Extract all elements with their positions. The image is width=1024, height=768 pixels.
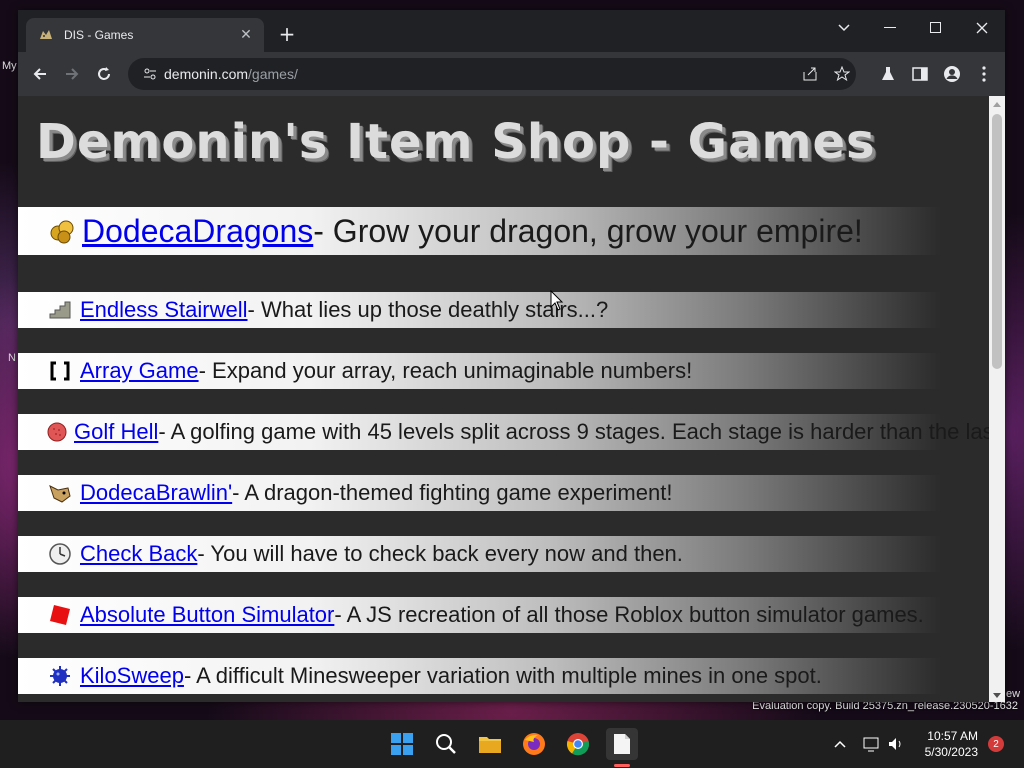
- red-button-icon: [46, 601, 74, 629]
- taskbar: [0, 720, 1024, 768]
- site-info-icon[interactable]: [136, 67, 164, 81]
- game-description: - A golfing game with 45 levels split ac…: [158, 419, 989, 444]
- dragon-favicon-icon: [38, 27, 54, 43]
- volume-icon[interactable]: [886, 734, 906, 754]
- game-row-check-back: Check Back - You will have to check back…: [18, 536, 989, 572]
- tab-search-chevron-icon[interactable]: [824, 14, 864, 42]
- tab-title: DIS - Games: [64, 28, 134, 42]
- bookmark-star-icon[interactable]: [830, 62, 854, 86]
- browser-toolbar: demonin.com/games/: [18, 52, 1005, 96]
- gold-coins-icon: [48, 217, 76, 245]
- tab-dis-games[interactable]: DIS - Games ✕: [26, 18, 264, 52]
- url-path: /games/: [248, 66, 298, 82]
- game-description: - You will have to check back every now …: [197, 541, 683, 566]
- game-description: - A JS recreation of all those Roblox bu…: [334, 602, 924, 627]
- clock-time: 10:57 AM: [927, 729, 978, 743]
- taskbar-clock[interactable]: 10:57 AM 5/30/2023: [908, 728, 978, 760]
- forward-button[interactable]: [60, 62, 84, 86]
- desktop-icon-label[interactable]: My: [2, 60, 17, 72]
- scrollbar-thumb[interactable]: [992, 114, 1002, 369]
- clock-date: 5/30/2023: [924, 745, 978, 759]
- page-content: Demonin's Item Shop - Games DodecaDragon…: [18, 96, 989, 702]
- url-host: demonin.com: [164, 66, 249, 82]
- game-description: - A dragon-themed fighting game experime…: [232, 480, 673, 505]
- url-text: demonin.com/games/: [164, 66, 298, 82]
- game-row-endless-stairwell: Endless Stairwell - What lies up those d…: [18, 292, 989, 328]
- notification-badge[interactable]: 2: [988, 736, 1004, 752]
- maximize-button[interactable]: [916, 14, 956, 42]
- game-row-absolute-button-simulator: Absolute Button Simulator - A JS recreat…: [18, 597, 989, 633]
- mouse-cursor-icon: [550, 290, 564, 311]
- game-link[interactable]: KiloSweep: [80, 663, 184, 689]
- address-bar[interactable]: demonin.com/games/: [128, 58, 856, 90]
- game-link[interactable]: DodecaDragons: [82, 213, 313, 250]
- dragon-head-icon: [46, 479, 74, 507]
- game-row-golf-hell: Golf Hell - A golfing game with 45 level…: [18, 414, 989, 450]
- game-description: - A difficult Minesweeper variation with…: [183, 663, 822, 688]
- game-row-dodecabrawlin: DodecaBrawlin' - A dragon-themed fightin…: [18, 475, 989, 511]
- tab-strip: DIS - Games ✕ +: [18, 10, 1005, 52]
- page-scrollbar[interactable]: [989, 96, 1005, 702]
- desktop-icon-label[interactable]: ew: [1006, 688, 1020, 700]
- labs-flask-icon[interactable]: [876, 62, 900, 86]
- game-link[interactable]: Golf Hell: [74, 419, 158, 445]
- clock-icon: [46, 540, 74, 568]
- game-link[interactable]: Array Game: [80, 358, 199, 384]
- scroll-down-arrow[interactable]: [993, 693, 1001, 698]
- game-link[interactable]: DodecaBrawlin': [80, 480, 232, 506]
- more-menu-icon[interactable]: [972, 62, 996, 86]
- new-tab-button[interactable]: +: [276, 24, 298, 46]
- network-icon[interactable]: [862, 734, 882, 754]
- game-row-array-game: Array Game - Expand your array, reach un…: [18, 353, 989, 389]
- game-description: - Expand your array, reach unimaginable …: [198, 358, 693, 383]
- share-icon[interactable]: [798, 62, 822, 86]
- mine-icon: [46, 662, 74, 690]
- minimize-button[interactable]: [870, 14, 910, 42]
- firefox-icon[interactable]: [518, 728, 550, 760]
- close-tab-icon[interactable]: ✕: [236, 25, 256, 45]
- search-icon[interactable]: [430, 728, 462, 760]
- file-explorer-icon[interactable]: [474, 728, 506, 760]
- active-app-indicator: [614, 764, 630, 767]
- game-description: - Grow your dragon, grow your empire!: [313, 212, 863, 249]
- scroll-up-arrow[interactable]: [993, 102, 1001, 107]
- browser-window: DIS - Games ✕ + demonin.com/games/ Demon…: [18, 10, 1005, 702]
- close-window-button[interactable]: [962, 14, 1002, 42]
- game-row-dodecadragons: DodecaDragons - Grow your dragon, grow y…: [18, 207, 989, 255]
- chevron-up-icon[interactable]: [830, 734, 850, 754]
- profile-avatar-icon[interactable]: [940, 62, 964, 86]
- back-button[interactable]: [28, 62, 52, 86]
- brackets-icon: [46, 357, 74, 385]
- chrome-icon[interactable]: [562, 728, 594, 760]
- game-link[interactable]: Absolute Button Simulator: [80, 602, 334, 628]
- reload-button[interactable]: [92, 62, 116, 86]
- stairs-icon: [46, 296, 74, 324]
- side-panel-icon[interactable]: [908, 62, 932, 86]
- page-title: Demonin's Item Shop - Games: [36, 114, 876, 170]
- golf-ball-icon: [46, 418, 68, 446]
- game-link[interactable]: Endless Stairwell: [80, 297, 248, 323]
- game-row-kilosweep: KiloSweep - A difficult Minesweeper vari…: [18, 658, 989, 694]
- desktop-icon-label[interactable]: N: [8, 352, 16, 364]
- windows-start-icon[interactable]: [386, 728, 418, 760]
- notepad-icon[interactable]: [606, 728, 638, 760]
- game-link[interactable]: Check Back: [80, 541, 197, 567]
